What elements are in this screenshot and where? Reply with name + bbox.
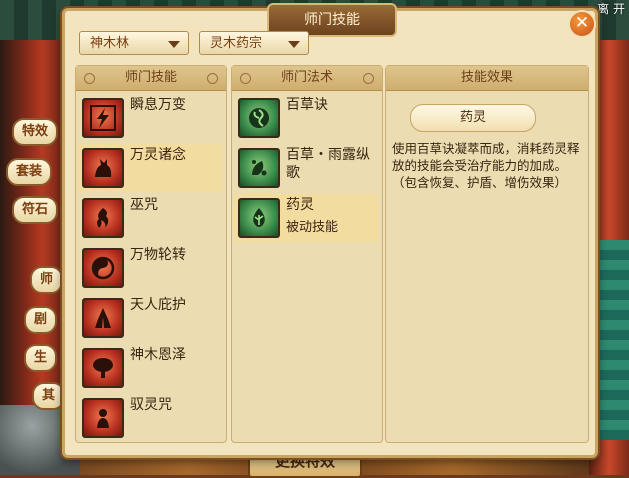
sect-dropdown[interactable]: 灵木药宗 — [199, 31, 309, 55]
skill-name: 巫咒 — [130, 197, 158, 213]
effect-skill-title: 药灵 — [410, 104, 536, 132]
spell-name: 药灵 — [286, 197, 314, 213]
effect-column-header: 技能效果 — [386, 66, 588, 91]
side-tab-runes[interactable]: 符石 — [12, 196, 59, 224]
effect-description: 使用百草诀凝萃而成，消耗药灵释放的技能会受治疗能力的加成。（包含恢复、护盾、增伤… — [392, 141, 580, 190]
passive-skill-tag: 被动技能 — [286, 220, 339, 235]
praying-hands-icon — [82, 298, 124, 338]
spirit-beast-icon — [82, 148, 124, 188]
skill-row-yuling[interactable]: 驭灵咒 — [78, 394, 222, 442]
spell-row-yulu[interactable]: 百草・雨露纵歌 — [234, 144, 378, 192]
skill-row-wanwu[interactable]: 万物轮转 — [78, 244, 222, 292]
herb-spirit-icon — [238, 198, 280, 238]
sect-dropdown-value: 灵木药宗 — [210, 36, 263, 51]
ornament-icon — [207, 73, 218, 84]
spell-name: 百草・雨露纵歌 — [286, 147, 370, 181]
school-dropdown-value: 神木林 — [90, 36, 130, 51]
lightning-icon — [82, 98, 124, 138]
skill-row-wuzhou[interactable]: 巫咒 — [78, 194, 222, 242]
skill-name: 驭灵咒 — [130, 397, 172, 413]
right-lattice — [593, 240, 629, 440]
spell-name: 百草诀 — [286, 97, 328, 113]
ornament-icon — [363, 73, 374, 84]
spell-row-baicao[interactable]: 百草诀 — [234, 94, 378, 142]
skill-row-shunxi[interactable]: 瞬息万变 — [78, 94, 222, 142]
dew-leaf-icon — [238, 148, 280, 188]
ornament-icon — [84, 73, 95, 84]
skill-name: 万灵诸念 — [130, 147, 186, 163]
skill-name: 天人庇护 — [130, 297, 186, 313]
curse-flame-icon — [82, 198, 124, 238]
chevron-down-icon — [288, 41, 300, 48]
side-tab-master[interactable]: 师 — [30, 266, 64, 294]
skill-row-tianren[interactable]: 天人庇护 — [78, 294, 222, 342]
skill-name: 神木恩泽 — [130, 347, 186, 363]
close-icon: ✕ — [574, 13, 590, 33]
spells-column: 师门法术 百草诀 百草・雨露纵歌 药灵 被动技能 — [231, 65, 383, 443]
side-tab-other[interactable]: 其 — [32, 382, 66, 410]
leave-label[interactable]: 离 开 — [597, 0, 625, 17]
chevron-down-icon — [168, 41, 180, 48]
skill-row-wanling[interactable]: 万灵诸念 — [78, 144, 222, 192]
ornament-icon — [240, 73, 251, 84]
close-button[interactable]: ✕ — [568, 10, 596, 38]
skills-column: 师门技能 瞬息万变 万灵诸念 巫咒 万物轮转 天人庇护 神木恩泽 驭灵咒 — [75, 65, 227, 443]
side-tab-story[interactable]: 剧 — [24, 306, 58, 334]
sacred-tree-icon — [82, 348, 124, 388]
spirit-figure-icon — [82, 398, 124, 438]
spells-column-header: 师门法术 — [232, 66, 382, 91]
effect-column: 技能效果 药灵 使用百草诀凝萃而成，消耗药灵释放的技能会受治疗能力的加成。（包含… — [385, 65, 589, 443]
skill-name: 万物轮转 — [130, 247, 186, 263]
spell-row-yaoling[interactable]: 药灵 被动技能 — [234, 194, 378, 242]
herb-swirl-icon — [238, 98, 280, 138]
skills-column-header: 师门技能 — [76, 66, 226, 91]
side-tab-life[interactable]: 生 — [24, 344, 58, 372]
yin-yang-icon — [82, 248, 124, 288]
skill-row-shenmu[interactable]: 神木恩泽 — [78, 344, 222, 392]
school-dropdown[interactable]: 神木林 — [79, 31, 189, 55]
school-skills-window: 师门技能 神木林 灵木药宗 师门技能 瞬息万变 万灵诸念 巫咒 万物轮转 天人庇… — [62, 3, 598, 458]
side-tab-effects[interactable]: 特效 — [12, 118, 59, 146]
skill-name: 瞬息万变 — [130, 97, 186, 113]
side-tab-suits[interactable]: 套装 — [6, 158, 53, 186]
